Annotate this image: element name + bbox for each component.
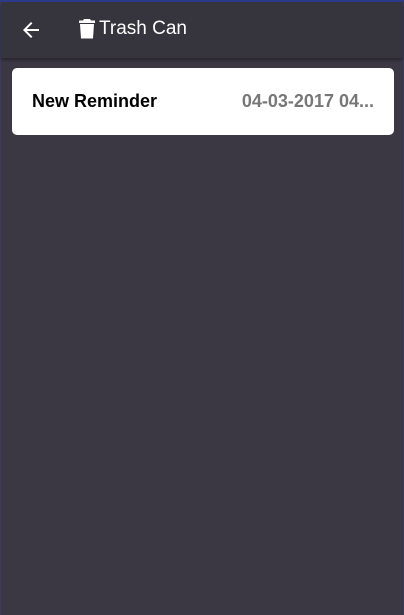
trash-icon	[79, 19, 95, 39]
arrow-left-icon	[23, 22, 39, 38]
back-button[interactable]	[19, 18, 43, 42]
reminder-date: 04-03-2017 04...	[241, 91, 374, 111]
list-item[interactable]: New Reminder 04-03-2017 04...	[12, 68, 394, 135]
app-header: Trash Can	[1, 2, 403, 58]
page-title: Trash Can	[79, 18, 187, 40]
page-title-text: Trash Can	[99, 18, 187, 39]
reminder-title: New Reminder	[32, 91, 158, 111]
